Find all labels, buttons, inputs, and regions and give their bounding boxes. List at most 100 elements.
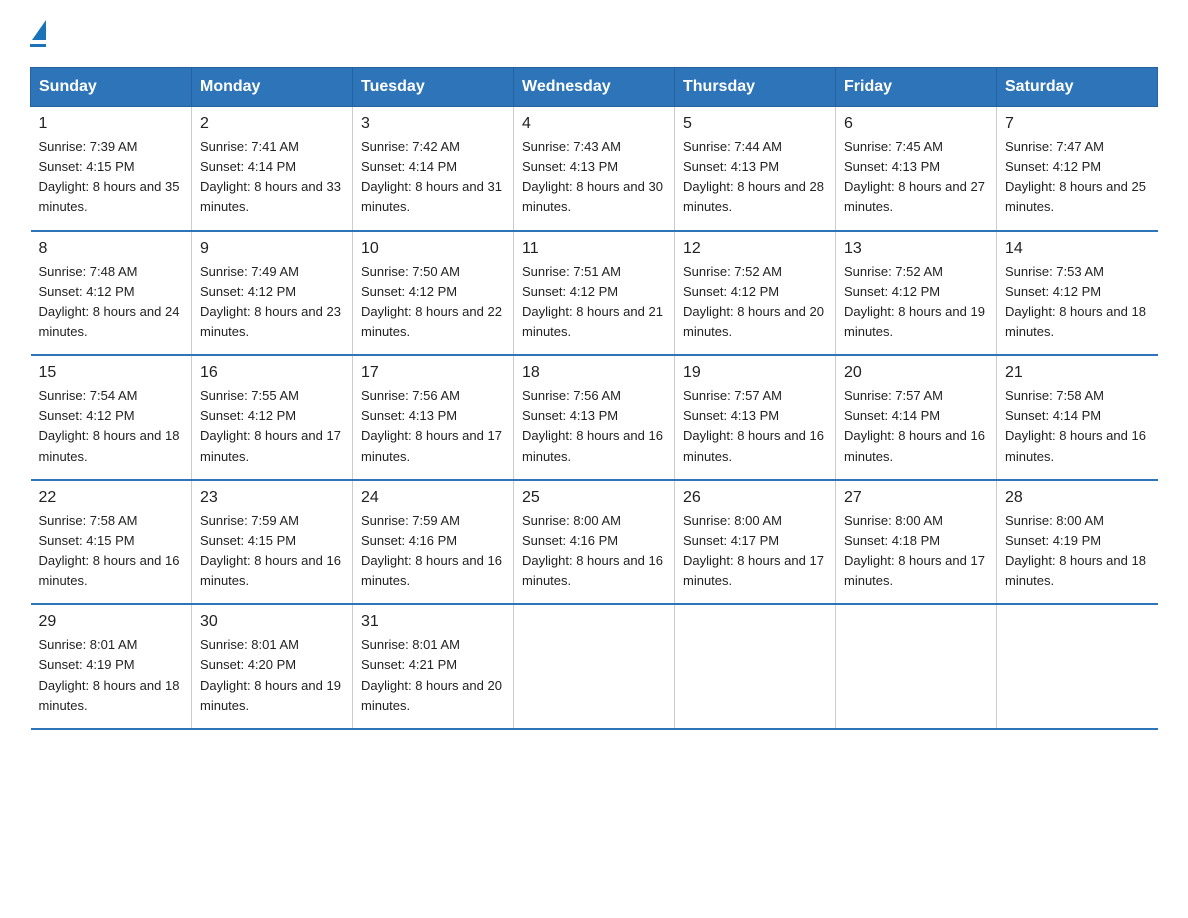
day-info: Sunrise: 7:51 AMSunset: 4:12 PMDaylight:… xyxy=(522,262,666,343)
day-number: 17 xyxy=(361,364,505,382)
day-number: 24 xyxy=(361,489,505,507)
day-number: 8 xyxy=(39,240,184,258)
day-info: Sunrise: 8:00 AMSunset: 4:18 PMDaylight:… xyxy=(844,511,988,592)
calendar-cell: 13 Sunrise: 7:52 AMSunset: 4:12 PMDayligh… xyxy=(836,231,997,356)
calendar-cell: 31 Sunrise: 8:01 AMSunset: 4:21 PMDayligh… xyxy=(353,604,514,729)
day-number: 3 xyxy=(361,115,505,133)
day-info: Sunrise: 7:50 AMSunset: 4:12 PMDaylight:… xyxy=(361,262,505,343)
day-info: Sunrise: 8:01 AMSunset: 4:19 PMDaylight:… xyxy=(39,635,184,716)
calendar-cell: 28 Sunrise: 8:00 AMSunset: 4:19 PMDayligh… xyxy=(997,480,1158,605)
day-number: 13 xyxy=(844,240,988,258)
day-number: 15 xyxy=(39,364,184,382)
day-info: Sunrise: 7:45 AMSunset: 4:13 PMDaylight:… xyxy=(844,137,988,218)
calendar-cell: 11 Sunrise: 7:51 AMSunset: 4:12 PMDayligh… xyxy=(514,231,675,356)
day-info: Sunrise: 7:59 AMSunset: 4:15 PMDaylight:… xyxy=(200,511,344,592)
day-number: 19 xyxy=(683,364,827,382)
calendar-cell: 1Sunrise: 7:39 AMSunset: 4:15 PMDaylight… xyxy=(31,107,192,231)
day-number: 25 xyxy=(522,489,666,507)
calendar-cell: 3 Sunrise: 7:42 AMSunset: 4:14 PMDaylight… xyxy=(353,107,514,231)
calendar-cell: 12Sunrise: 7:52 AMSunset: 4:12 PMDayligh… xyxy=(675,231,836,356)
calendar-cell: 20 Sunrise: 7:57 AMSunset: 4:14 PMDayligh… xyxy=(836,355,997,480)
day-number: 7 xyxy=(1005,115,1150,133)
day-info: Sunrise: 7:52 AMSunset: 4:12 PMDaylight:… xyxy=(683,262,827,343)
day-number: 6 xyxy=(844,115,988,133)
day-info: Sunrise: 7:47 AMSunset: 4:12 PMDaylight:… xyxy=(1005,137,1150,218)
day-info: Sunrise: 7:42 AMSunset: 4:14 PMDaylight:… xyxy=(361,137,505,218)
calendar-cell: 14 Sunrise: 7:53 AMSunset: 4:12 PMDayligh… xyxy=(997,231,1158,356)
week-row-5: 29 Sunrise: 8:01 AMSunset: 4:19 PMDayligh… xyxy=(31,604,1158,729)
logo-triangle-icon xyxy=(32,20,46,40)
day-info: Sunrise: 7:56 AMSunset: 4:13 PMDaylight:… xyxy=(361,386,505,467)
day-info: Sunrise: 7:44 AMSunset: 4:13 PMDaylight:… xyxy=(683,137,827,218)
day-info: Sunrise: 8:00 AMSunset: 4:19 PMDaylight:… xyxy=(1005,511,1150,592)
weekday-header-saturday: Saturday xyxy=(997,68,1158,107)
calendar-cell: 23 Sunrise: 7:59 AMSunset: 4:15 PMDayligh… xyxy=(192,480,353,605)
week-row-4: 22Sunrise: 7:58 AMSunset: 4:15 PMDayligh… xyxy=(31,480,1158,605)
calendar-cell: 9 Sunrise: 7:49 AMSunset: 4:12 PMDaylight… xyxy=(192,231,353,356)
day-number: 22 xyxy=(39,489,184,507)
calendar-cell: 15 Sunrise: 7:54 AMSunset: 4:12 PMDayligh… xyxy=(31,355,192,480)
day-number: 21 xyxy=(1005,364,1150,382)
calendar-cell: 6 Sunrise: 7:45 AMSunset: 4:13 PMDaylight… xyxy=(836,107,997,231)
week-row-3: 15 Sunrise: 7:54 AMSunset: 4:12 PMDayligh… xyxy=(31,355,1158,480)
calendar-cell: 16Sunrise: 7:55 AMSunset: 4:12 PMDayligh… xyxy=(192,355,353,480)
day-info: Sunrise: 7:57 AMSunset: 4:14 PMDaylight:… xyxy=(844,386,988,467)
day-info: Sunrise: 7:39 AMSunset: 4:15 PMDaylight:… xyxy=(39,137,184,218)
weekday-header-monday: Monday xyxy=(192,68,353,107)
day-info: Sunrise: 7:55 AMSunset: 4:12 PMDaylight:… xyxy=(200,386,344,467)
day-info: Sunrise: 8:01 AMSunset: 4:20 PMDaylight:… xyxy=(200,635,344,716)
calendar-cell: 22Sunrise: 7:58 AMSunset: 4:15 PMDayligh… xyxy=(31,480,192,605)
calendar-cell: 7 Sunrise: 7:47 AMSunset: 4:12 PMDaylight… xyxy=(997,107,1158,231)
weekday-header-tuesday: Tuesday xyxy=(353,68,514,107)
weekday-header-thursday: Thursday xyxy=(675,68,836,107)
day-number: 28 xyxy=(1005,489,1150,507)
day-number: 20 xyxy=(844,364,988,382)
weekday-header-sunday: Sunday xyxy=(31,68,192,107)
calendar-cell xyxy=(836,604,997,729)
day-info: Sunrise: 7:41 AMSunset: 4:14 PMDaylight:… xyxy=(200,137,344,218)
calendar-cell: 2 Sunrise: 7:41 AMSunset: 4:14 PMDaylight… xyxy=(192,107,353,231)
day-info: Sunrise: 7:49 AMSunset: 4:12 PMDaylight:… xyxy=(200,262,344,343)
calendar-cell: 19 Sunrise: 7:57 AMSunset: 4:13 PMDayligh… xyxy=(675,355,836,480)
day-number: 18 xyxy=(522,364,666,382)
day-info: Sunrise: 8:00 AMSunset: 4:17 PMDaylight:… xyxy=(683,511,827,592)
day-info: Sunrise: 7:59 AMSunset: 4:16 PMDaylight:… xyxy=(361,511,505,592)
calendar-cell: 8 Sunrise: 7:48 AMSunset: 4:12 PMDaylight… xyxy=(31,231,192,356)
week-row-2: 8 Sunrise: 7:48 AMSunset: 4:12 PMDaylight… xyxy=(31,231,1158,356)
day-info: Sunrise: 8:01 AMSunset: 4:21 PMDaylight:… xyxy=(361,635,505,716)
weekday-header-friday: Friday xyxy=(836,68,997,107)
day-number: 5 xyxy=(683,115,827,133)
calendar-cell xyxy=(675,604,836,729)
calendar-cell xyxy=(997,604,1158,729)
calendar-cell: 4Sunrise: 7:43 AMSunset: 4:13 PMDaylight… xyxy=(514,107,675,231)
calendar-cell: 24 Sunrise: 7:59 AMSunset: 4:16 PMDayligh… xyxy=(353,480,514,605)
calendar-cell: 29 Sunrise: 8:01 AMSunset: 4:19 PMDayligh… xyxy=(31,604,192,729)
day-info: Sunrise: 7:43 AMSunset: 4:13 PMDaylight:… xyxy=(522,137,666,218)
day-info: Sunrise: 7:48 AMSunset: 4:12 PMDaylight:… xyxy=(39,262,184,343)
day-number: 23 xyxy=(200,489,344,507)
weekday-header-row: SundayMondayTuesdayWednesdayThursdayFrid… xyxy=(31,68,1158,107)
calendar-cell: 26 Sunrise: 8:00 AMSunset: 4:17 PMDayligh… xyxy=(675,480,836,605)
calendar-cell xyxy=(514,604,675,729)
day-number: 30 xyxy=(200,613,344,631)
calendar-cell: 5 Sunrise: 7:44 AMSunset: 4:13 PMDaylight… xyxy=(675,107,836,231)
day-number: 2 xyxy=(200,115,344,133)
day-number: 29 xyxy=(39,613,184,631)
page-header xyxy=(30,20,1158,47)
day-info: Sunrise: 7:56 AMSunset: 4:13 PMDaylight:… xyxy=(522,386,666,467)
calendar-cell: 17 Sunrise: 7:56 AMSunset: 4:13 PMDayligh… xyxy=(353,355,514,480)
week-row-1: 1Sunrise: 7:39 AMSunset: 4:15 PMDaylight… xyxy=(31,107,1158,231)
day-number: 14 xyxy=(1005,240,1150,258)
day-number: 27 xyxy=(844,489,988,507)
day-info: Sunrise: 7:58 AMSunset: 4:14 PMDaylight:… xyxy=(1005,386,1150,467)
day-info: Sunrise: 7:52 AMSunset: 4:12 PMDaylight:… xyxy=(844,262,988,343)
weekday-header-wednesday: Wednesday xyxy=(514,68,675,107)
calendar-cell: 10Sunrise: 7:50 AMSunset: 4:12 PMDayligh… xyxy=(353,231,514,356)
day-info: Sunrise: 7:53 AMSunset: 4:12 PMDaylight:… xyxy=(1005,262,1150,343)
day-number: 11 xyxy=(522,240,666,258)
day-number: 26 xyxy=(683,489,827,507)
day-number: 9 xyxy=(200,240,344,258)
day-number: 31 xyxy=(361,613,505,631)
day-info: Sunrise: 7:57 AMSunset: 4:13 PMDaylight:… xyxy=(683,386,827,467)
day-info: Sunrise: 7:54 AMSunset: 4:12 PMDaylight:… xyxy=(39,386,184,467)
